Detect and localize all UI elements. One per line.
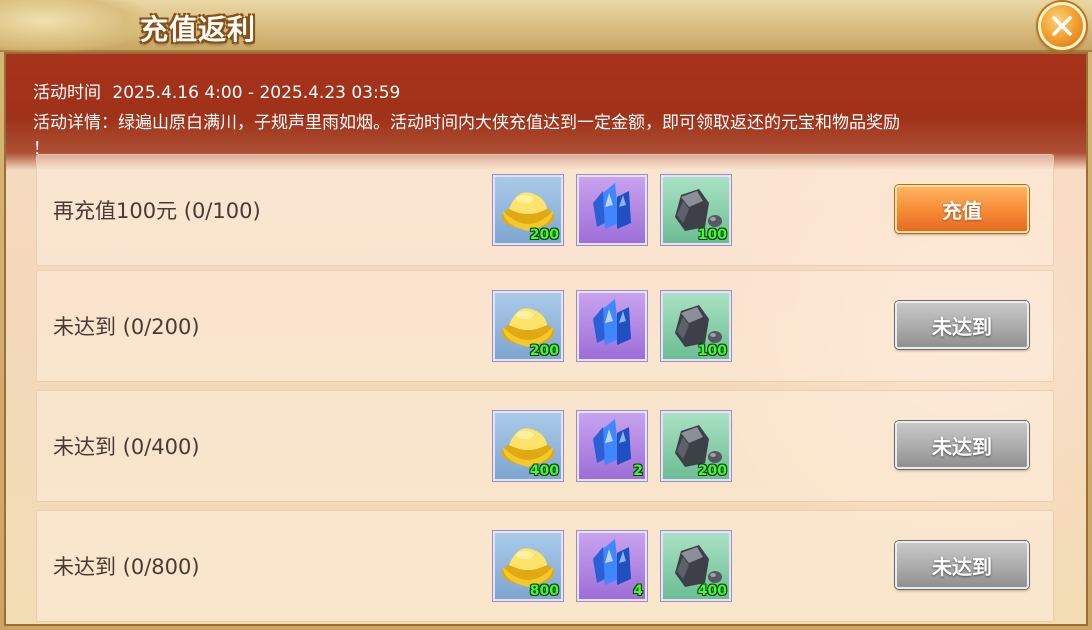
close-button[interactable] — [1038, 2, 1086, 50]
tier-row: 未达到 (0/800) 800 4 400 未达到 — [36, 510, 1054, 622]
recharge-button[interactable]: 充值 — [895, 185, 1029, 233]
reward-count: 800 — [529, 583, 559, 599]
reward-slot[interactable]: 400 — [661, 531, 731, 601]
reward-slot[interactable]: 100 — [661, 291, 731, 361]
reward-count: 200 — [529, 227, 559, 243]
reward-count: 200 — [697, 463, 727, 479]
event-time: 活动时间 2025.4.16 4:00 - 2025.4.23 03:59 — [33, 78, 400, 103]
window-title: 充值返利 — [140, 13, 257, 46]
reward-count: 100 — [697, 343, 727, 359]
close-icon — [1052, 16, 1072, 36]
reward-slot[interactable]: 2 — [577, 411, 647, 481]
reward-slot[interactable]: 200 — [493, 291, 563, 361]
reward-slot[interactable]: 100 — [661, 175, 731, 245]
recharge-rebate-window: 充值返利 活动时间 2025.4.16 4:00 - 2025.4.23 03:… — [0, 0, 1092, 630]
reward-slot[interactable]: 4 — [577, 531, 647, 601]
reward-count: 100 — [697, 227, 727, 243]
not-reached-button[interactable]: 未达到 — [895, 301, 1029, 349]
reward-count: 2 — [633, 463, 643, 479]
reward-slot[interactable]: 800 — [493, 531, 563, 601]
event-detail: 活动详情：绿遍山原白满川，子规声里雨如烟。活动时间内大侠充值达到一定金额，即可领… — [33, 113, 900, 133]
reward-count: 4 — [633, 583, 643, 599]
event-time-label: 活动时间 — [33, 83, 101, 103]
tier-row: 未达到 (0/400) 400 2 200 未达到 — [36, 390, 1054, 502]
cloud-ornament-icon — [0, 0, 150, 52]
reward-slot[interactable] — [577, 175, 647, 245]
reward-slot[interactable] — [577, 291, 647, 361]
content-panel: 活动时间 2025.4.16 4:00 - 2025.4.23 03:59 活动… — [4, 52, 1088, 626]
not-reached-button[interactable]: 未达到 — [895, 421, 1029, 469]
reward-slot[interactable]: 400 — [493, 411, 563, 481]
reward-slot[interactable]: 200 — [661, 411, 731, 481]
title-bar: 充值返利 — [0, 0, 1092, 52]
not-reached-button[interactable]: 未达到 — [895, 541, 1029, 589]
reward-count: 400 — [697, 583, 727, 599]
reward-count: 400 — [529, 463, 559, 479]
tier-label: 未达到 (0/200) — [53, 315, 200, 339]
tier-label: 再充值100元 (0/100) — [53, 199, 261, 223]
tier-row: 再充值100元 (0/100) 200 100 充值 — [36, 154, 1054, 266]
tier-label: 未达到 (0/800) — [53, 555, 200, 579]
tier-label: 未达到 (0/400) — [53, 435, 200, 459]
reward-count: 200 — [529, 343, 559, 359]
event-time-value: 2025.4.16 4:00 - 2025.4.23 03:59 — [112, 83, 401, 103]
reward-slot[interactable]: 200 — [493, 175, 563, 245]
tier-row: 未达到 (0/200) 200 100 未达到 — [36, 270, 1054, 382]
event-info-band: 活动时间 2025.4.16 4:00 - 2025.4.23 03:59 活动… — [6, 54, 1086, 170]
